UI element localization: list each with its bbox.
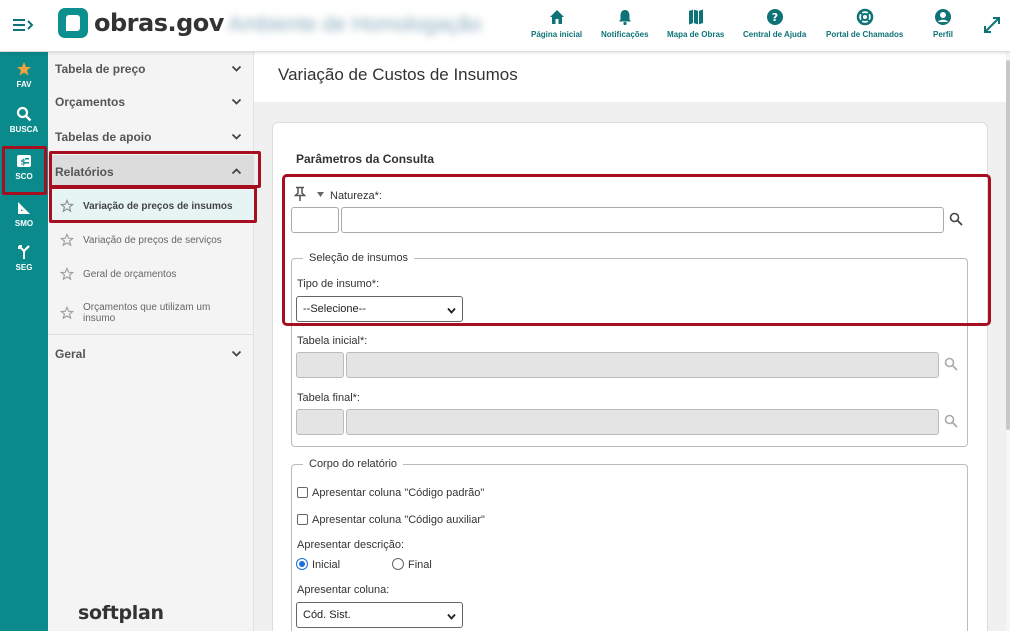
report-item-orcamentos-insumo[interactable]: Orçamentos que utilizam um insumo: [48, 294, 254, 332]
tabela-final-search-icon[interactable]: [944, 414, 958, 428]
codigo-padrao-checkbox[interactable]: [297, 487, 308, 498]
star-outline-icon[interactable]: [60, 233, 74, 247]
rail-item-smo[interactable]: SMO: [0, 200, 48, 228]
nav-label: Página inicial: [531, 30, 583, 39]
menu-group-orcamentos[interactable]: Orçamentos: [48, 85, 254, 119]
sco-highlight-box: [2, 146, 47, 195]
codigo-auxiliar-label[interactable]: Apresentar coluna "Código auxiliar": [312, 514, 485, 526]
corpo-relatorio-legend: Corpo do relatório: [303, 458, 404, 470]
variacao-insumos-highlight-box: [49, 186, 257, 223]
apresentar-coluna-value: Cód. Sist.: [303, 609, 351, 621]
nav-central-de-ajuda[interactable]: ? Central de Ajuda: [743, 8, 806, 39]
rail-label: FAV: [16, 80, 32, 89]
chevron-down-icon: [231, 350, 242, 357]
nav-label: Perfil: [933, 30, 954, 39]
codigo-padrao-label[interactable]: Apresentar coluna "Código padrão": [312, 487, 484, 499]
apresentar-coluna-label: Apresentar coluna:: [297, 584, 390, 596]
user-icon: [935, 9, 951, 25]
map-icon: [688, 9, 703, 25]
menu-group-tabelas-de-apoio[interactable]: Tabelas de apoio: [48, 120, 254, 154]
home-icon: [549, 10, 564, 24]
descricao-final-label[interactable]: Final: [408, 559, 432, 571]
menu-group-label: Tabela de preço: [55, 62, 146, 76]
nav-pagina-inicial[interactable]: Página inicial: [531, 8, 582, 39]
top-header: obras.gov Ambiente de Homologação Página…: [0, 0, 1010, 52]
descricao-inicial-radio[interactable]: [296, 558, 308, 570]
star-outline-icon[interactable]: [60, 267, 74, 281]
rail-label: SEG: [15, 263, 33, 272]
menu-group-tabela-de-preco[interactable]: Tabela de preço: [48, 52, 254, 86]
svg-text:?: ?: [771, 11, 777, 24]
tabela-final-code-input[interactable]: [296, 409, 344, 435]
section-title: Parâmetros da Consulta: [296, 152, 435, 166]
nav-perfil[interactable]: Perfil: [933, 8, 953, 39]
nav-label: Central de Ajuda: [743, 30, 807, 39]
tabela-inicial-description-input[interactable]: [346, 352, 939, 378]
apresentar-descricao-label: Apresentar descrição:: [297, 539, 404, 551]
expand-icon[interactable]: [983, 16, 1001, 34]
scrollbar-thumb[interactable]: [1006, 60, 1010, 430]
nav-label: Mapa de Obras: [667, 30, 725, 39]
module-rail: FAV BUSCA $ SCO SMO SEG: [0, 52, 48, 631]
descricao-final-radio[interactable]: [392, 558, 404, 570]
nav-label: Notificações: [601, 30, 649, 39]
sidebar-menu: Tabela de preço Orçamentos Tabelas de ap…: [48, 52, 254, 631]
rail-label: BUSCA: [9, 125, 39, 134]
search-icon: [16, 106, 32, 122]
nav-mapa-de-obras[interactable]: Mapa de Obras: [667, 8, 724, 39]
menu-group-label: Geral: [55, 347, 86, 361]
logo-mark-icon: [58, 8, 88, 38]
logo-text: obras.gov: [94, 9, 224, 37]
report-item-variacao-servicos[interactable]: Variação de preços de serviços: [48, 224, 254, 256]
obras-gov-logo[interactable]: obras.gov: [58, 8, 224, 38]
rail-label: SMO: [14, 219, 34, 228]
merge-icon: [18, 245, 30, 259]
chevron-down-icon: [231, 133, 242, 140]
page-title: Variação de Custos de Insumos: [278, 65, 518, 84]
menu-group-label: Tabelas de apoio: [55, 130, 152, 144]
tabela-inicial-code-input[interactable]: [296, 352, 344, 378]
nav-portal-de-chamados[interactable]: Portal de Chamados: [826, 8, 903, 39]
page-header: Variação de Custos de Insumos: [254, 52, 1006, 102]
nav-notificacoes[interactable]: Notificações: [601, 8, 649, 39]
help-icon: ?: [766, 9, 783, 25]
report-item-label: Geral de orçamentos: [83, 268, 177, 280]
rail-item-seg[interactable]: SEG: [0, 244, 48, 272]
report-item-label: Variação de preços de serviços: [83, 234, 222, 246]
sidebar-divider: [48, 334, 254, 335]
environment-name: Ambiente de Homologação: [228, 13, 482, 36]
bell-icon: [618, 10, 631, 26]
report-item-label: Orçamentos que utilizam um insumo: [83, 302, 211, 324]
tabela-inicial-search-icon[interactable]: [944, 357, 958, 371]
chevron-down-icon: [231, 98, 242, 105]
menu-toggle-icon[interactable]: [12, 16, 34, 34]
star-outline-icon[interactable]: [60, 306, 74, 320]
star-icon: [17, 62, 31, 76]
relatorios-highlight-box: [49, 151, 261, 188]
nav-label: Portal de Chamados: [826, 30, 904, 39]
rail-item-fav[interactable]: FAV: [0, 61, 48, 89]
menu-group-geral[interactable]: Geral: [48, 337, 254, 371]
tabela-final-description-input[interactable]: [346, 409, 939, 435]
tabela-final-label: Tabela final*:: [297, 392, 360, 404]
codigo-auxiliar-checkbox[interactable]: [297, 514, 308, 525]
rail-item-busca[interactable]: BUSCA: [0, 106, 48, 134]
natureza-tipo-highlight-box: [282, 174, 991, 326]
chevron-down-icon: [447, 613, 456, 620]
tabela-inicial-label: Tabela inicial*:: [297, 335, 368, 347]
menu-group-label: Orçamentos: [55, 95, 126, 109]
lifebuoy-icon: [856, 8, 873, 26]
apresentar-coluna-select[interactable]: Cód. Sist.: [296, 602, 463, 628]
chevron-down-icon: [231, 65, 242, 72]
descricao-inicial-label[interactable]: Inicial: [312, 559, 340, 571]
report-item-geral-orcamentos[interactable]: Geral de orçamentos: [48, 258, 254, 290]
ruler-icon: [18, 202, 30, 214]
softplan-logo: softplan: [78, 602, 164, 624]
